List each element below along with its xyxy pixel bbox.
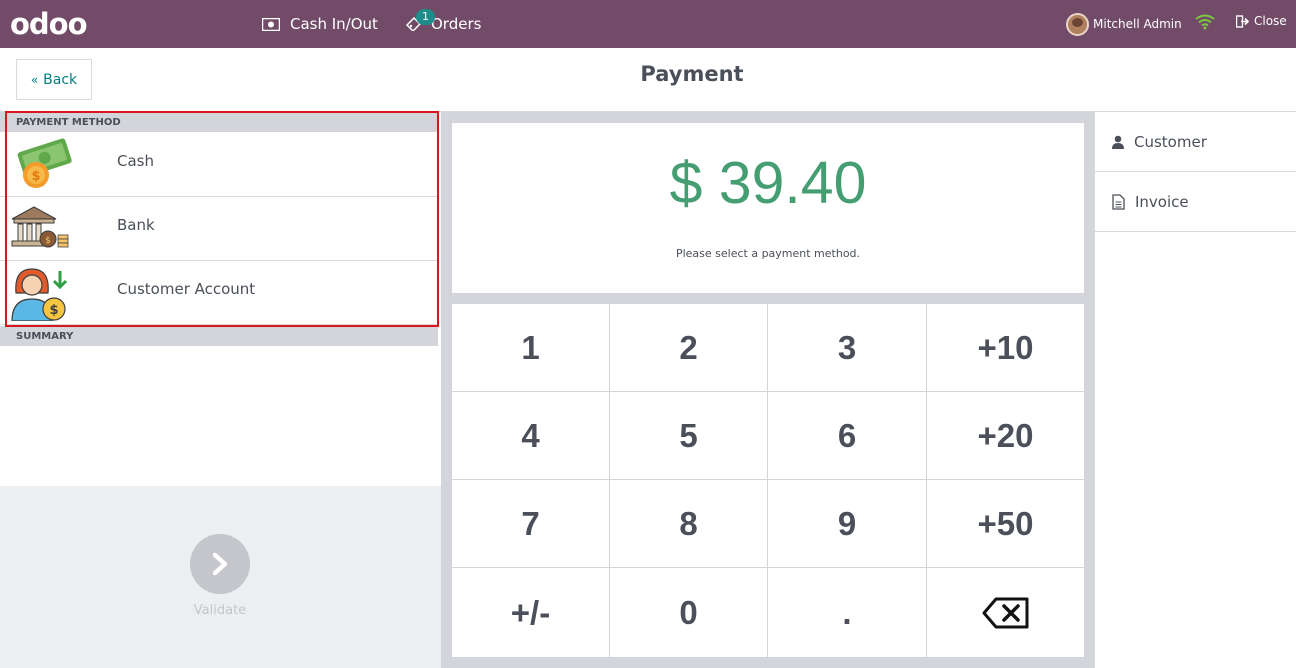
customer-button[interactable]: Customer: [1095, 112, 1296, 172]
double-chevron-left-icon: «: [30, 72, 39, 87]
summary-area: [0, 348, 438, 486]
payment-hint: Please select a payment method.: [675, 247, 861, 260]
numpad-key-3[interactable]: 3: [768, 304, 926, 391]
payment-method-customer-account[interactable]: $ Customer Account: [0, 261, 438, 325]
logo-text: odoo: [10, 7, 88, 41]
numpad-key-sign[interactable]: +/-: [452, 568, 609, 657]
payment-method-label: Cash: [117, 152, 154, 170]
back-button[interactable]: « Back: [16, 59, 92, 100]
numpad-key-0[interactable]: 0: [610, 568, 767, 657]
validate-button[interactable]: [190, 534, 250, 594]
chevron-right-icon: [212, 552, 228, 576]
numpad-key-2[interactable]: 2: [610, 304, 767, 391]
orders-label: Orders: [431, 15, 482, 33]
numpad-key-backspace[interactable]: [927, 568, 1084, 657]
top-navbar: odoo Cash In/Out 1 Orders Mitchell Admin…: [0, 0, 1296, 48]
money-bill-icon: [262, 17, 280, 31]
validate-area: Validate: [0, 486, 441, 668]
user-name: Mitchell Admin: [1093, 17, 1182, 31]
payment-amount: $ 39.40: [669, 150, 867, 216]
wifi-icon: [1195, 14, 1215, 30]
user-menu[interactable]: Mitchell Admin: [1066, 12, 1182, 36]
cash-icon: $: [17, 138, 72, 188]
orders-button[interactable]: 1 Orders: [405, 0, 481, 48]
summary-heading: SUMMARY: [0, 326, 438, 346]
avatar: [1066, 12, 1089, 36]
amount-box: $ 39.40 Please select a payment method.: [452, 123, 1084, 293]
numpad-key-1[interactable]: 1: [452, 304, 609, 391]
backspace-icon: [982, 597, 1028, 628]
customer-label: Customer: [1134, 132, 1207, 151]
page-title: Payment: [640, 62, 744, 86]
cash-in-out-label: Cash In/Out: [290, 15, 378, 33]
close-label: Close: [1254, 14, 1287, 28]
numpad-key-9[interactable]: 9: [768, 480, 926, 567]
sign-out-icon: [1236, 14, 1250, 28]
numpad-key-6[interactable]: 6: [768, 392, 926, 479]
numpad: 1 2 3 +10 4 5 6 +20 7 8 9 +50 +/- 0 .: [452, 304, 1084, 658]
payment-method-label: Customer Account: [117, 280, 256, 298]
file-text-icon: [1112, 193, 1125, 210]
numpad-key-plus20[interactable]: +20: [927, 392, 1084, 479]
payment-method-heading: PAYMENT METHOD: [0, 112, 438, 132]
numpad-key-4[interactable]: 4: [452, 392, 609, 479]
orders-count-badge: 1: [416, 9, 435, 25]
numpad-key-5[interactable]: 5: [610, 392, 767, 479]
payment-center-panel: $ 39.40 Please select a payment method. …: [441, 112, 1094, 668]
payment-method-list: $ Cash $ Bank $ Customer Account: [0, 133, 438, 325]
numpad-key-plus50[interactable]: +50: [927, 480, 1084, 567]
side-panel: Customer Invoice: [1094, 112, 1296, 668]
svg-text:$: $: [45, 236, 51, 246]
numpad-key-decimal[interactable]: .: [768, 568, 926, 657]
bank-icon: $: [11, 206, 69, 248]
cash-in-out-button[interactable]: Cash In/Out: [262, 0, 378, 48]
numpad-key-8[interactable]: 8: [610, 480, 767, 567]
back-label: Back: [43, 71, 78, 88]
customer-account-icon: $: [11, 268, 68, 321]
payment-method-cash[interactable]: $ Cash: [0, 133, 438, 197]
payment-method-label: Bank: [117, 216, 155, 234]
validate-label: Validate: [193, 603, 247, 618]
invoice-label: Invoice: [1135, 192, 1189, 211]
invoice-button[interactable]: Invoice: [1095, 172, 1296, 232]
payment-method-panel: PAYMENT METHOD $ Cash $ Bank $ Customer …: [0, 112, 441, 668]
close-button[interactable]: Close: [1236, 14, 1287, 28]
svg-text:$: $: [49, 303, 58, 318]
user-icon: [1112, 135, 1124, 149]
odoo-logo: odoo: [10, 7, 88, 41]
svg-text:$: $: [31, 169, 40, 184]
numpad-key-7[interactable]: 7: [452, 480, 609, 567]
numpad-key-plus10[interactable]: +10: [927, 304, 1084, 391]
payment-method-bank[interactable]: $ Bank: [0, 197, 438, 261]
